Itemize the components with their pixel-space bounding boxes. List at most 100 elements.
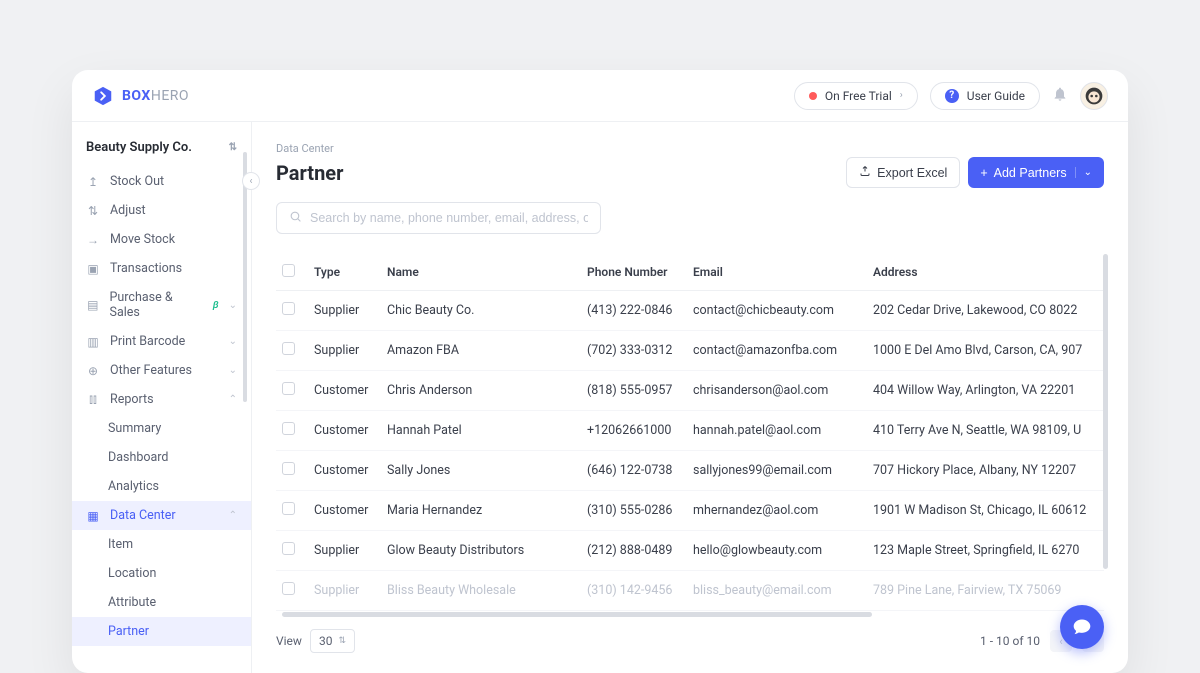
table-row[interactable]: Supplier Chic Beauty Co. (413) 222-0846 … (276, 291, 1104, 331)
column-type[interactable]: Type (308, 254, 381, 291)
table-row[interactable]: Customer Sally Jones (646) 122-0738 sall… (276, 451, 1104, 491)
sidebar-item-stock-out[interactable]: ↥Stock Out (72, 167, 251, 196)
sort-icon: ⇅ (338, 636, 346, 646)
column-name[interactable]: Name (381, 254, 581, 291)
table-row[interactable]: Supplier Amazon FBA (702) 333-0312 conta… (276, 331, 1104, 371)
export-excel-button[interactable]: Export Excel (846, 157, 960, 188)
sidebar-item-partner[interactable]: Partner (72, 617, 251, 646)
sidebar-collapse-button[interactable]: ‹ (242, 172, 260, 190)
cell-email: hello@glowbeauty.com (687, 531, 867, 571)
arrow-right-icon: → (86, 233, 100, 247)
row-checkbox[interactable] (282, 582, 295, 595)
cell-name: Sally Jones (381, 451, 581, 491)
sidebar-item-data-center[interactable]: ▦Data Center⌃ (72, 501, 251, 530)
column-address[interactable]: Address (867, 254, 1104, 291)
sidebar-item-transactions[interactable]: ▣Transactions (72, 254, 251, 283)
table-row[interactable]: Customer Chris Anderson (818) 555-0957 c… (276, 371, 1104, 411)
beta-badge: β (213, 300, 219, 311)
cell-phone: (212) 888-0489 (581, 531, 687, 571)
partner-table: Type Name Phone Number Email Address Sup… (276, 254, 1104, 611)
help-icon: ? (945, 89, 959, 103)
sidebar-item-purchase-sales[interactable]: ▤Purchase & Salesβ⌄ (72, 283, 251, 327)
cell-phone: +12062661000 (581, 411, 687, 451)
row-checkbox[interactable] (282, 542, 295, 555)
breadcrumb: Data Center (276, 142, 1104, 155)
table-row[interactable]: Supplier Glow Beauty Distributors (212) … (276, 531, 1104, 571)
table-row[interactable]: Supplier Bliss Beauty Wholesale (310) 14… (276, 571, 1104, 611)
export-icon (859, 165, 871, 180)
barcode-icon: ▥ (86, 335, 100, 349)
cell-address: 410 Terry Ave N, Seattle, WA 98109, U (867, 411, 1104, 451)
cell-email: contact@chicbeauty.com (687, 291, 867, 331)
sidebar-item-print-barcode[interactable]: ▥Print Barcode⌄ (72, 327, 251, 356)
table-horizontal-scrollbar[interactable] (282, 612, 872, 617)
cell-address: 707 Hickory Place, Albany, NY 12207 (867, 451, 1104, 491)
select-all-checkbox[interactable] (282, 264, 295, 277)
add-partners-button[interactable]: + Add Partners ⌄ (968, 157, 1104, 188)
team-selector[interactable]: Beauty Supply Co. ⇅ (72, 134, 251, 161)
sidebar-scrollbar[interactable] (243, 152, 247, 402)
sidebar-item-item[interactable]: Item (72, 530, 251, 559)
cell-address: 202 Cedar Drive, Lakewood, CO 8022 (867, 291, 1104, 331)
cell-name: Bliss Beauty Wholesale (381, 571, 581, 611)
table-vertical-scrollbar[interactable] (1103, 254, 1108, 569)
column-email[interactable]: Email (687, 254, 867, 291)
main-content: Data Center Partner Export Excel + Add P… (252, 122, 1128, 673)
alert-dot-icon (809, 92, 817, 100)
search-box[interactable] (276, 202, 601, 234)
plus-circle-icon: ⊕ (86, 364, 100, 378)
row-checkbox[interactable] (282, 462, 295, 475)
table-footer: View 30 ⇅ 1 - 10 of 10 ‹ › (276, 629, 1104, 653)
cell-name: Chic Beauty Co. (381, 291, 581, 331)
sidebar-item-move-stock[interactable]: →Move Stock (72, 225, 251, 254)
page-range: 1 - 10 of 10 (980, 634, 1040, 648)
sidebar-item-other-features[interactable]: ⊕Other Features⌄ (72, 356, 251, 385)
database-icon: ▦ (86, 509, 100, 523)
cell-type: Customer (308, 451, 381, 491)
sidebar-item-summary[interactable]: Summary (72, 414, 251, 443)
sidebar-item-location[interactable]: Location (72, 559, 251, 588)
table-row[interactable]: Customer Maria Hernandez (310) 555-0286 … (276, 491, 1104, 531)
row-checkbox[interactable] (282, 302, 295, 315)
cell-type: Customer (308, 491, 381, 531)
free-trial-pill[interactable]: On Free Trial › (794, 82, 918, 110)
sidebar-item-adjust[interactable]: ⇅Adjust (72, 196, 251, 225)
sidebar-item-analytics[interactable]: Analytics (72, 472, 251, 501)
table-row[interactable]: Customer Hannah Patel +12062661000 hanna… (276, 411, 1104, 451)
row-checkbox[interactable] (282, 502, 295, 515)
sidebar-item-attribute[interactable]: Attribute (72, 588, 251, 617)
chevron-down-icon[interactable]: ⌄ (1075, 167, 1092, 178)
cell-email: sallyjones99@email.com (687, 451, 867, 491)
logo[interactable]: BOXHERO (92, 85, 189, 107)
cell-email: chrisanderson@aol.com (687, 371, 867, 411)
cell-email: bliss_beauty@email.com (687, 571, 867, 611)
row-checkbox[interactable] (282, 382, 295, 395)
search-input[interactable] (310, 211, 588, 225)
cell-phone: (413) 222-0846 (581, 291, 687, 331)
sidebar-item-dashboard[interactable]: Dashboard (72, 443, 251, 472)
cell-name: Glow Beauty Distributors (381, 531, 581, 571)
cell-type: Supplier (308, 531, 381, 571)
row-checkbox[interactable] (282, 422, 295, 435)
chat-fab[interactable] (1060, 605, 1104, 649)
cell-phone: (818) 555-0957 (581, 371, 687, 411)
logo-icon (92, 85, 114, 107)
team-name: Beauty Supply Co. (86, 140, 192, 155)
cell-address: 123 Maple Street, Springfield, IL 6270 (867, 531, 1104, 571)
cell-type: Customer (308, 411, 381, 451)
cell-email: hannah.patel@aol.com (687, 411, 867, 451)
column-phone[interactable]: Phone Number (581, 254, 687, 291)
row-checkbox[interactable] (282, 342, 295, 355)
avatar[interactable] (1080, 82, 1108, 110)
chevron-right-icon: › (900, 90, 903, 101)
chevron-up-icon: ⌃ (229, 510, 237, 521)
sidebar-item-reports[interactable]: ⫾⫾Reports⌃ (72, 385, 251, 414)
chevron-up-icon: ⌃ (229, 394, 237, 405)
sort-icon: ⇅ (229, 142, 237, 153)
page-title: Partner (276, 161, 343, 185)
page-size-selector[interactable]: 30 ⇅ (310, 629, 355, 653)
adjust-icon: ⇅ (86, 204, 100, 218)
user-guide-pill[interactable]: ? User Guide (930, 82, 1040, 110)
cell-address: 404 Willow Way, Arlington, VA 22201 (867, 371, 1104, 411)
bell-icon[interactable] (1052, 86, 1068, 106)
